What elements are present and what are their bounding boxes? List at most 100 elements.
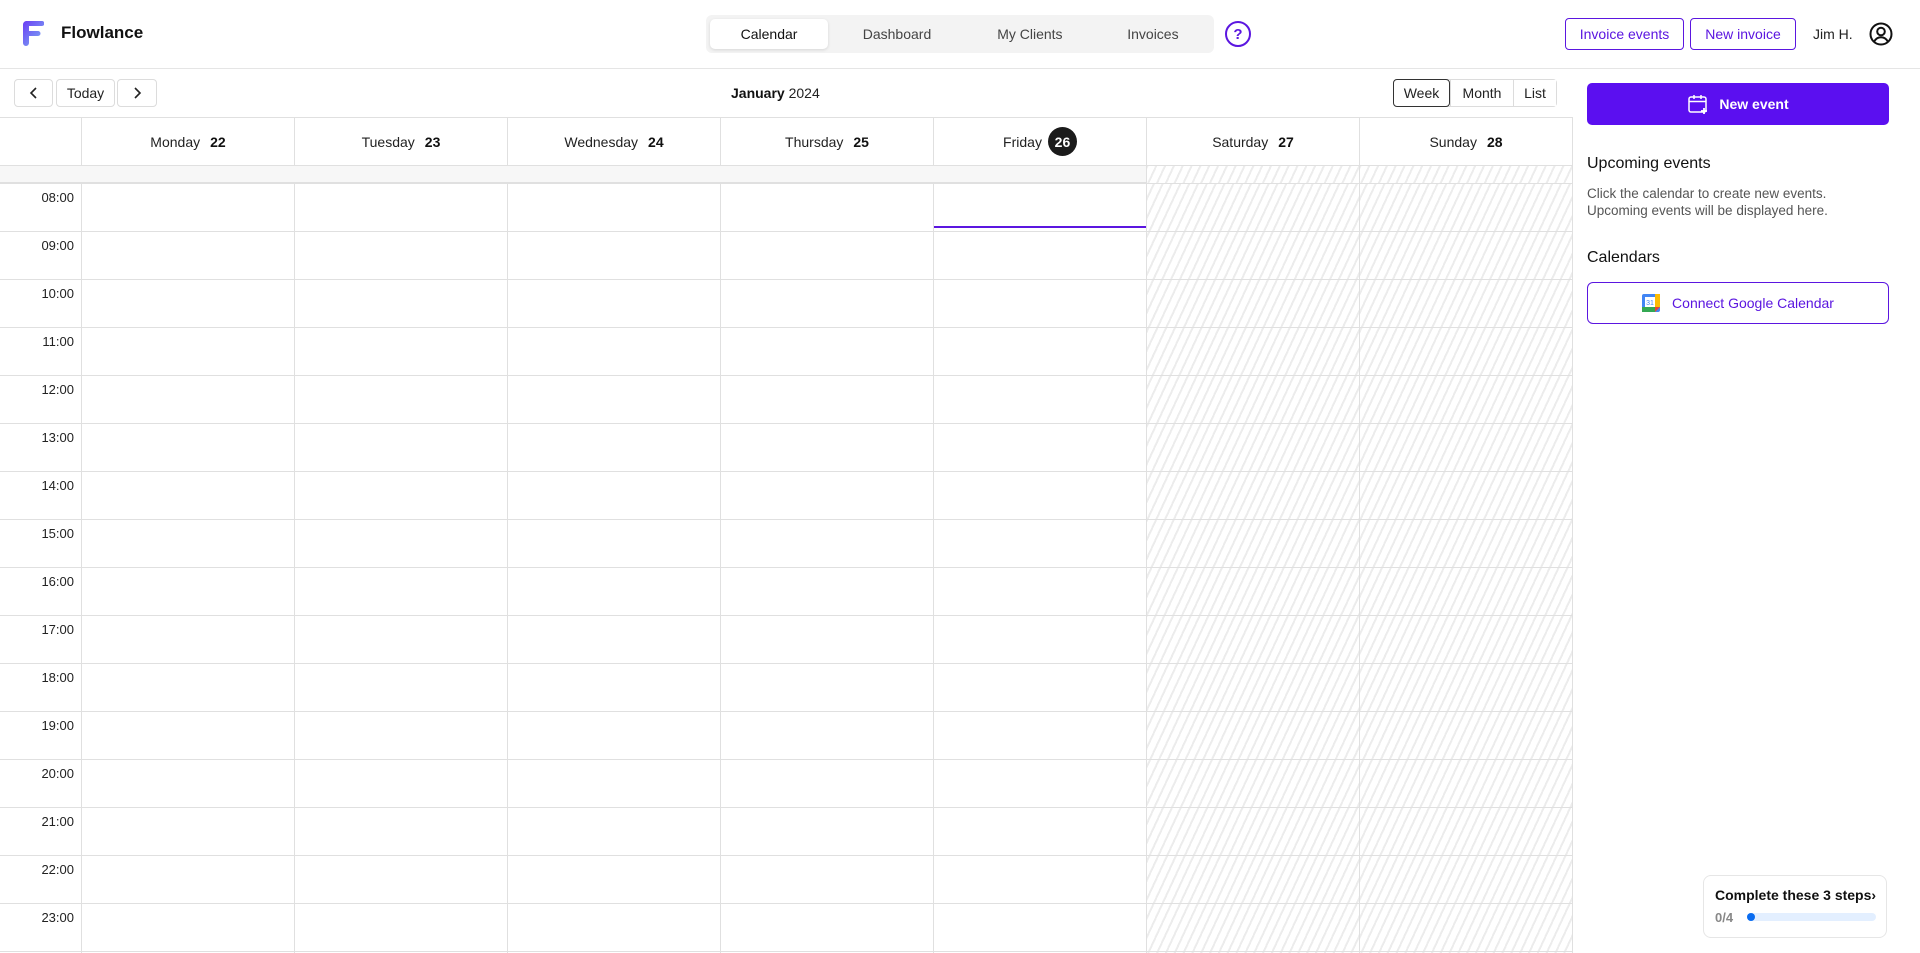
connect-google-label: Connect Google Calendar <box>1672 295 1834 311</box>
current-period-title: January 2024 <box>731 85 820 101</box>
time-label: 09:00 <box>41 238 74 253</box>
current-time-indicator <box>934 226 1146 228</box>
invoice-events-button[interactable]: Invoice events <box>1565 18 1684 50</box>
view-list-button[interactable]: List <box>1513 80 1556 106</box>
connect-google-calendar-button[interactable]: 31 Connect Google Calendar <box>1587 282 1889 324</box>
hour-gridline <box>0 231 1572 232</box>
day-column-saturday[interactable] <box>1146 166 1359 953</box>
day-date: 22 <box>210 133 226 150</box>
time-label: 23:00 <box>41 910 74 925</box>
upcoming-events-empty-text: Click the calendar to create new events.… <box>1587 185 1897 219</box>
time-label: 11:00 <box>42 334 74 349</box>
view-week-button[interactable]: Week <box>1393 79 1450 107</box>
today-button[interactable]: Today <box>56 79 115 107</box>
flowlance-logo-icon[interactable] <box>22 21 44 46</box>
day-column-friday[interactable] <box>933 166 1146 953</box>
day-name: Thursday <box>785 133 844 150</box>
hour-gridline <box>0 183 1572 184</box>
hour-gridline <box>0 279 1572 280</box>
day-column-wednesday[interactable] <box>507 166 720 953</box>
current-year: 2024 <box>788 85 820 101</box>
day-header-thursday[interactable]: Thursday 25 <box>720 118 933 166</box>
new-invoice-button[interactable]: New invoice <box>1690 18 1796 50</box>
upcoming-hint-line-1: Click the calendar to create new events. <box>1587 186 1827 201</box>
today-date-badge: 26 <box>1047 127 1077 156</box>
upcoming-hint-line-2: Upcoming events will be displayed here. <box>1587 203 1828 218</box>
day-column-tuesday[interactable] <box>294 166 507 953</box>
onboarding-progress-bar <box>1747 913 1876 921</box>
day-header-friday[interactable]: Friday 26 <box>933 118 1146 166</box>
day-header-tuesday[interactable]: Tuesday 23 <box>294 118 507 166</box>
chevron-right-icon: › <box>1871 887 1877 903</box>
hour-gridline <box>0 663 1572 664</box>
hour-gridline <box>0 327 1572 328</box>
prev-week-button[interactable] <box>14 79 53 107</box>
time-label: 12:00 <box>41 382 74 397</box>
day-date: 28 <box>1486 133 1503 150</box>
user-account-icon[interactable] <box>1869 22 1893 46</box>
hour-gridline <box>0 423 1572 424</box>
day-column-monday[interactable] <box>81 166 294 953</box>
day-column-sunday[interactable] <box>1359 166 1572 953</box>
time-label: 17:00 <box>41 622 74 637</box>
time-label: 08:00 <box>41 190 74 205</box>
chevron-right-icon <box>134 87 142 99</box>
day-header-monday[interactable]: Monday 22 <box>81 118 294 166</box>
help-icon[interactable]: ? <box>1225 21 1251 47</box>
time-label: 20:00 <box>41 766 74 781</box>
hour-gridline <box>0 759 1572 760</box>
day-date: 25 <box>853 133 869 150</box>
brand-name: Flowlance <box>61 23 144 42</box>
day-header-wednesday[interactable]: Wednesday 24 <box>507 118 720 166</box>
time-label: 13:00 <box>41 430 74 445</box>
hour-gridline <box>0 807 1572 808</box>
tab-calendar[interactable]: Calendar <box>710 19 829 49</box>
day-header-sunday[interactable]: Sunday 28 <box>1359 118 1572 166</box>
time-label: 10:00 <box>41 286 74 301</box>
tab-dashboard[interactable]: Dashboard <box>830 19 964 49</box>
time-label: 19:00 <box>41 718 74 733</box>
day-column-thursday[interactable] <box>720 166 933 953</box>
calendars-heading: Calendars <box>1587 249 1660 266</box>
new-event-button[interactable]: New event <box>1587 83 1889 125</box>
day-date: 24 <box>648 133 664 150</box>
day-name: Friday <box>1003 133 1042 150</box>
main-nav-tabs: Calendar Dashboard My Clients Invoices <box>706 15 1214 53</box>
svg-text:31: 31 <box>1646 300 1654 307</box>
day-name: Saturday <box>1212 133 1269 150</box>
onboarding-progress-text: 0/4 <box>1715 910 1734 925</box>
hour-gridline <box>0 903 1572 904</box>
calendar-plus-icon <box>1688 95 1708 114</box>
hour-gridline <box>0 567 1572 568</box>
current-month: January <box>731 85 785 101</box>
hour-gridline <box>0 519 1572 520</box>
day-header-saturday[interactable]: Saturday 27 <box>1146 118 1359 166</box>
right-side-panel: New event Upcoming events Click the cale… <box>1573 69 1920 953</box>
week-calendar-grid[interactable]: Monday 22 Tuesday 23 Wednesday 24 Thursday 25 Fr… <box>0 117 1573 953</box>
day-name: Sunday <box>1429 133 1477 150</box>
hour-gridline <box>0 951 1572 952</box>
view-month-button[interactable]: Month <box>1450 80 1513 106</box>
hour-gridline <box>0 855 1572 856</box>
onboarding-progress-fill <box>1747 913 1755 921</box>
new-event-label: New event <box>1719 96 1789 112</box>
weekend-all-day-cell[interactable] <box>1359 166 1572 183</box>
day-name: Monday <box>150 133 201 150</box>
onboarding-steps-widget[interactable]: Complete these 3 steps› 0/4 <box>1703 875 1887 938</box>
time-label: 15:00 <box>41 526 74 541</box>
chevron-left-icon <box>29 87 37 99</box>
next-week-button[interactable] <box>117 79 157 107</box>
time-label: 16:00 <box>41 574 74 589</box>
day-name: Wednesday <box>564 133 639 150</box>
onboarding-title-text: Complete these 3 steps <box>1715 887 1872 903</box>
tab-my-clients[interactable]: My Clients <box>966 19 1094 49</box>
time-gutter-header <box>0 118 81 166</box>
view-switcher: Week Month List <box>1393 79 1557 107</box>
google-calendar-icon: 31 <box>1642 294 1661 312</box>
hour-gridline <box>0 375 1572 376</box>
tab-invoices[interactable]: Invoices <box>1096 19 1210 49</box>
weekend-all-day-cell[interactable] <box>1146 166 1359 183</box>
top-nav-bar: Flowlance Calendar Dashboard My Clients … <box>0 0 1920 69</box>
time-label: 14:00 <box>41 478 74 493</box>
user-name[interactable]: Jim H. <box>1813 26 1853 42</box>
